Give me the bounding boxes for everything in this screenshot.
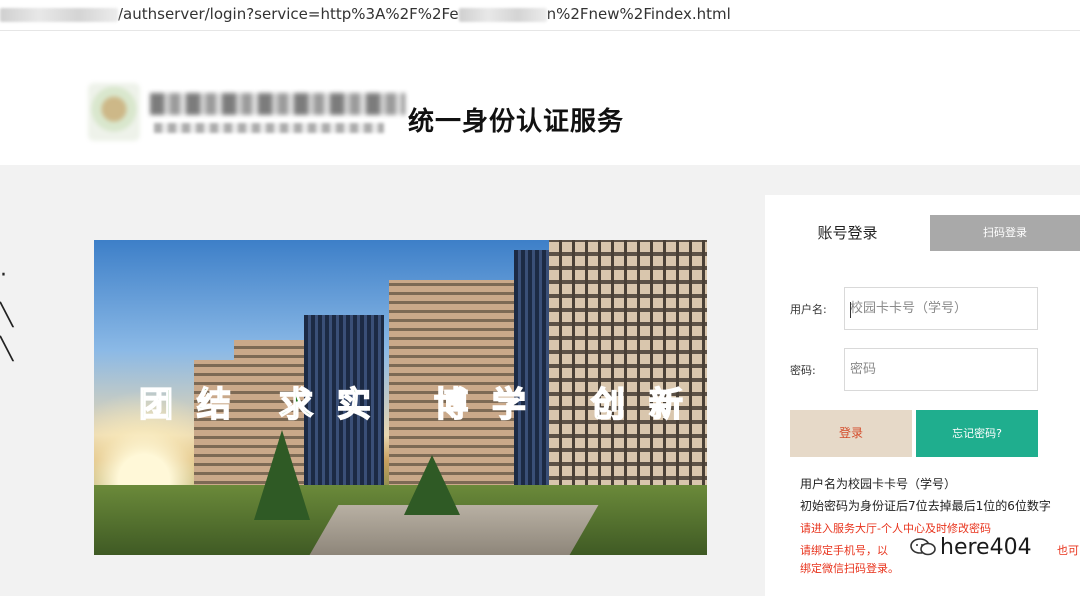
note-username: 用户名为校园卡卡号（学号）	[800, 477, 957, 491]
page-title: 统一身份认证服务	[408, 107, 625, 137]
url-redacted-segment	[0, 7, 118, 22]
school-logo-icon	[88, 83, 140, 141]
url-redacted-segment	[458, 7, 547, 22]
note-bind-phone: 请绑定手机号，以	[800, 544, 888, 557]
site-header: 统一身份认证服务	[0, 31, 1080, 165]
slogan-word: 求 实	[278, 384, 377, 426]
watermark-text: here404	[940, 535, 1032, 560]
note-bind-phone-tail: 也可	[1057, 544, 1079, 557]
campus-banner-image: 团 结 求 实 博 学 创 新	[94, 240, 707, 555]
building	[514, 250, 554, 490]
url-text[interactable]: /authserver/login?service=http%3A%2F%2Fe…	[0, 5, 731, 23]
tab-qr-login[interactable]: 扫码登录	[930, 215, 1080, 251]
text-cursor	[850, 302, 851, 318]
password-label: 密码:	[790, 364, 816, 377]
school-name-redacted	[150, 93, 405, 115]
tree	[404, 455, 460, 515]
password-input[interactable]	[844, 348, 1038, 391]
left-edge-glyph: ·	[0, 263, 7, 288]
url-part-2: n%2Fnew%2Findex.html	[546, 5, 731, 23]
forgot-password-button[interactable]: 忘记密码?	[916, 410, 1038, 457]
login-button[interactable]: 登录	[790, 410, 912, 457]
watermark: here404	[910, 535, 1032, 561]
tree	[254, 430, 310, 520]
wechat-icon	[910, 538, 936, 556]
username-label: 用户名:	[790, 303, 827, 316]
slogan-word: 团 结	[138, 384, 237, 426]
note-initial-password: 初始密码为身份证后7位去掉最后1位的6位数字	[800, 499, 1051, 513]
note-wechat-login: 绑定微信扫码登录。	[800, 562, 899, 575]
username-input[interactable]	[844, 287, 1038, 330]
left-edge-glyph: ╲	[0, 303, 14, 328]
left-edge-glyph: ╲	[0, 337, 14, 362]
tab-account-login[interactable]: 账号登录	[765, 215, 930, 251]
url-part-1: /authserver/login?service=http%3A%2F%2Fe	[118, 5, 459, 23]
slogan-word: 创 新	[590, 384, 689, 426]
address-bar[interactable]: /authserver/login?service=http%3A%2F%2Fe…	[0, 0, 1080, 31]
building	[549, 240, 707, 490]
slogan-word: 博 学	[433, 384, 532, 426]
note-change-password: 请进入服务大厅-个人中心及时修改密码	[800, 522, 991, 535]
school-name-english-redacted	[154, 123, 384, 133]
